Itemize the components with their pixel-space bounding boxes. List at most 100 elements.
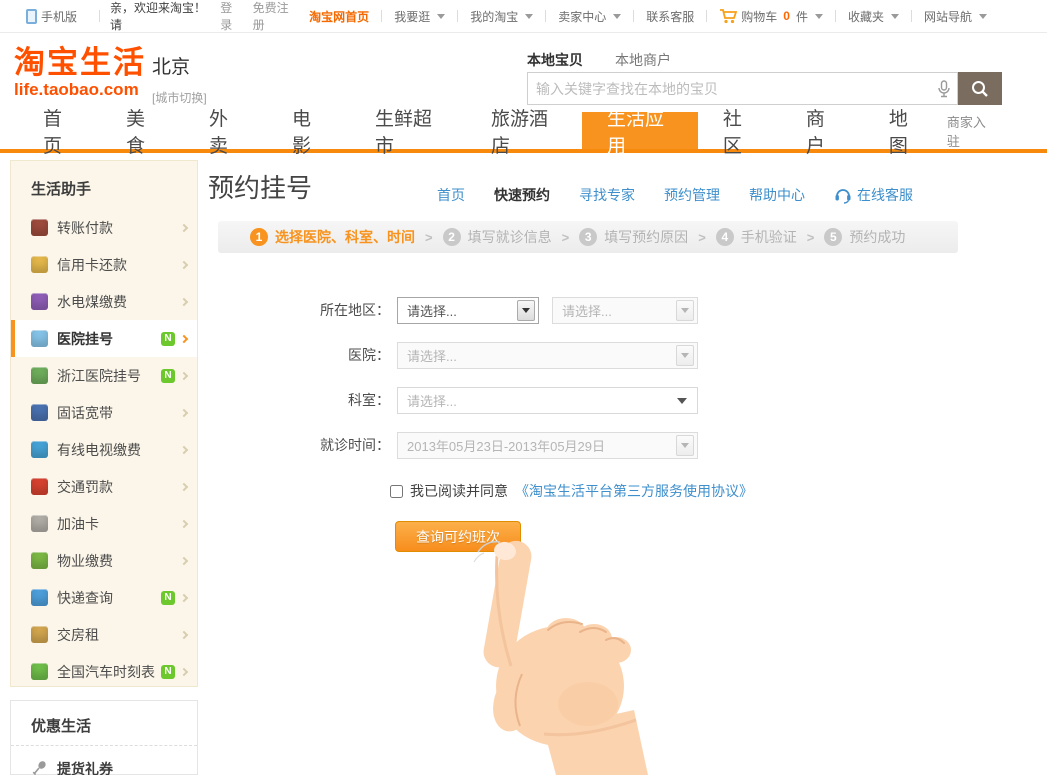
step-1: 1 选择医院、科室、时间 xyxy=(250,227,415,247)
transfer-icon xyxy=(31,219,48,236)
chevron-right-icon xyxy=(180,445,188,453)
taobao-home-link[interactable]: 淘宝网首页 xyxy=(297,8,381,25)
express-tracking-icon xyxy=(31,589,48,606)
chevron-down-icon xyxy=(613,14,621,19)
link-help-center[interactable]: 帮助中心 xyxy=(749,185,805,205)
chevron-down-icon xyxy=(979,14,987,19)
nav-fresh-market[interactable]: 生鲜超市 xyxy=(350,112,466,149)
sidebar-item-phone-broadband[interactable]: 固话宽带 xyxy=(11,394,197,431)
cable-tv-icon xyxy=(31,441,48,458)
pointing-hand-cursor xyxy=(448,534,658,775)
new-badge: N xyxy=(161,369,175,383)
city-selector: 北京 [城市切换] xyxy=(152,52,207,106)
department-select[interactable]: 请选择... xyxy=(397,387,698,414)
sidebar-item-transfer[interactable]: 转账付款 xyxy=(11,209,197,246)
chevron-right-icon xyxy=(180,630,188,638)
divider xyxy=(99,10,100,22)
chevron-down-icon xyxy=(677,398,687,404)
sidebar-item-bus-schedule[interactable]: 全国汽车时刻表 N xyxy=(11,653,197,690)
agreement-link[interactable]: 《淘宝生活平台第三方服务使用协议》 xyxy=(515,481,753,501)
chevron-down-icon xyxy=(525,14,533,19)
new-badge: N xyxy=(161,332,175,346)
search-button[interactable] xyxy=(958,72,1002,105)
nav-food[interactable]: 美食 xyxy=(101,112,184,149)
agreement-checkbox[interactable] xyxy=(390,485,403,498)
dropdown-button xyxy=(676,345,694,366)
search-input[interactable] xyxy=(528,81,931,97)
page-title: 预约挂号 xyxy=(208,168,312,205)
visit-date-label: 就诊时间： xyxy=(207,432,390,459)
cart-icon xyxy=(719,9,737,24)
tab-local-merchants[interactable]: 本地商户 xyxy=(615,50,671,70)
nav-travel-hotel[interactable]: 旅游酒店 xyxy=(466,112,582,149)
register-link[interactable]: 免费注册 xyxy=(253,0,298,33)
sidebar-section-title: 生活助手 xyxy=(11,161,197,209)
nav-takeout[interactable]: 外卖 xyxy=(184,112,267,149)
sidebar-item-credit-card[interactable]: 信用卡还款 xyxy=(11,246,197,283)
department-label: 科室： xyxy=(207,387,390,414)
sidebar-item-hospital[interactable]: 医院挂号 N xyxy=(11,320,197,357)
visit-date-select: 2013年05月23日-2013年05月29日 xyxy=(397,432,698,459)
nav-merchants[interactable]: 商户 xyxy=(781,112,864,149)
sidebar-item-cable-tv[interactable]: 有线电视缴费 xyxy=(11,431,197,468)
nav-life-apps[interactable]: 生活应用 xyxy=(582,112,698,149)
taobao-life-logo[interactable]: 淘宝生活 life.taobao.com xyxy=(14,47,146,98)
sidebar-item-fuel-card[interactable]: 加油卡 xyxy=(11,505,197,542)
browse-menu[interactable]: 我要逛 xyxy=(382,8,457,25)
site-nav-menu[interactable]: 网站导航 xyxy=(912,8,999,25)
link-find-expert[interactable]: 寻找专家 xyxy=(579,185,635,205)
step-5: 5 预约成功 xyxy=(824,227,905,247)
link-quick-booking[interactable]: 快速预约 xyxy=(494,185,550,205)
mobile-version-link[interactable]: 手机版 xyxy=(14,8,89,25)
dropdown-button xyxy=(676,435,694,456)
city-switch-link[interactable]: [城市切换] xyxy=(152,89,207,106)
login-link[interactable]: 登录 xyxy=(220,0,242,33)
cart-count: 0 xyxy=(783,9,790,23)
cart-menu[interactable]: 购物车 0 件 xyxy=(707,8,835,25)
sidebar-item-zhejiang-hospital[interactable]: 浙江医院挂号 N xyxy=(11,357,197,394)
link-booking-management[interactable]: 预约管理 xyxy=(664,185,720,205)
sidebar-item-utilities[interactable]: 水电煤缴费 xyxy=(11,283,197,320)
microphone-icon[interactable] xyxy=(931,80,957,98)
dropdown-button xyxy=(517,300,535,321)
sidebar-life-assistant: 生活助手 转账付款 信用卡还款 水电煤缴费 医院挂号 N 浙江医院挂号 N 固话… xyxy=(10,160,198,687)
merchant-join-link[interactable]: 商家入驻 xyxy=(947,112,992,150)
contact-service-link[interactable]: 联系客服 xyxy=(634,8,706,25)
link-online-service[interactable]: 在线客服 xyxy=(834,185,913,205)
nav-map[interactable]: 地图 xyxy=(864,112,947,149)
nav-movies[interactable]: 电影 xyxy=(267,112,350,149)
sidebar-item-gift-voucher[interactable]: 提货礼券 xyxy=(11,750,197,775)
search-tabs: 本地宝贝 本地商户 xyxy=(527,50,671,70)
nav-community[interactable]: 社区 xyxy=(698,112,781,149)
property-fee-icon xyxy=(31,552,48,569)
search-box xyxy=(527,72,958,105)
step-3: 3 填写预约原因 xyxy=(579,227,688,247)
nav-home[interactable]: 首页 xyxy=(18,112,101,149)
chevron-right-icon xyxy=(180,667,188,675)
hospital-label: 医院： xyxy=(207,342,390,369)
new-badge: N xyxy=(161,591,175,605)
chevron-down-icon xyxy=(437,14,445,19)
my-taobao-menu[interactable]: 我的淘宝 xyxy=(458,8,545,25)
new-badge: N xyxy=(161,665,175,679)
favorites-menu[interactable]: 收藏夹 xyxy=(836,8,911,25)
seller-center-menu[interactable]: 卖家中心 xyxy=(546,8,633,25)
region-select[interactable]: 请选择... xyxy=(397,297,539,324)
voucher-icon xyxy=(31,760,48,775)
credit-card-icon xyxy=(31,256,48,273)
tab-local-items[interactable]: 本地宝贝 xyxy=(527,50,583,70)
fuel-card-icon xyxy=(31,515,48,532)
region2-select: 请选择... xyxy=(552,297,698,324)
chevron-right-icon xyxy=(180,556,188,564)
taobao-life-page: 手机版 亲，欢迎来淘宝！请 登录 免费注册 淘宝网首页 我要逛 我的淘宝 卖家中… xyxy=(0,0,1047,775)
chevron-right-icon xyxy=(180,408,188,416)
sidebar-item-traffic-fine[interactable]: 交通罚款 xyxy=(11,468,197,505)
link-home[interactable]: 首页 xyxy=(437,185,465,205)
chevron-right-icon xyxy=(180,297,188,305)
hospital-icon xyxy=(31,330,48,347)
chevron-down-icon xyxy=(815,14,823,19)
sidebar-item-express-tracking[interactable]: 快递查询 N xyxy=(11,579,197,616)
sidebar-item-rent[interactable]: 交房租 xyxy=(11,616,197,653)
sidebar-item-property-fee[interactable]: 物业缴费 xyxy=(11,542,197,579)
query-schedule-button[interactable]: 查询可约班次 xyxy=(395,521,521,552)
